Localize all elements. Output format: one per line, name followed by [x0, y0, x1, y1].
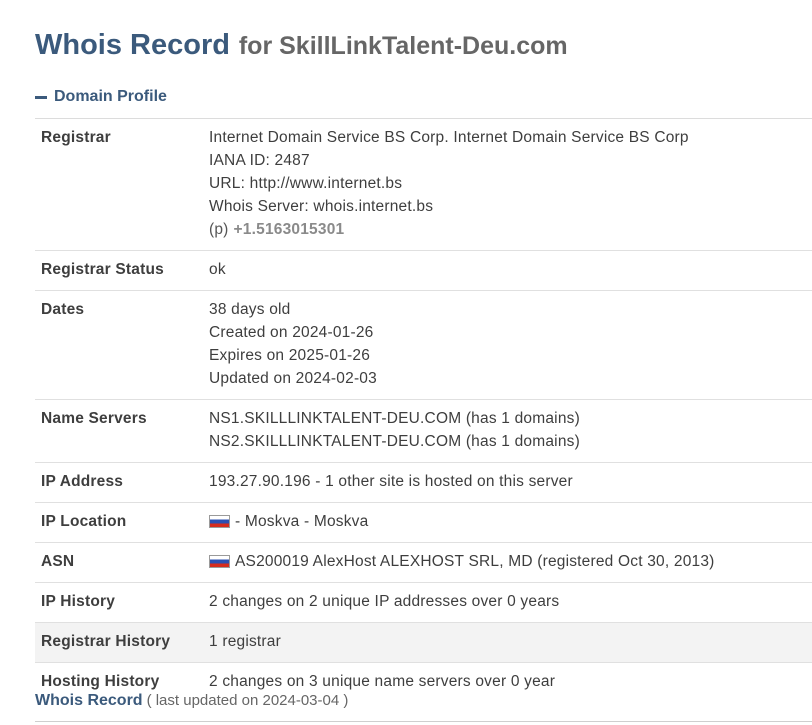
- domain-profile-toggle[interactable]: Domain Profile: [35, 88, 167, 106]
- registrar-phone: +1.5163015301: [233, 221, 345, 238]
- name-server-1: NS1.SKILLLINKTALENT-DEU.COM (has 1 domai…: [209, 410, 580, 427]
- row-label: Registrar History: [35, 622, 209, 663]
- table-row-name-servers: Name Servers NS1.SKILLLINKTALENT-DEU.COM…: [35, 399, 812, 463]
- ip-location-value: - Moskva - Moskva: [235, 513, 369, 530]
- row-label: ASN: [35, 542, 209, 583]
- ip-location-cell: - Moskva - Moskva: [209, 502, 812, 543]
- asn-cell: AS200019 AlexHost ALEXHOST SRL, MD (regi…: [209, 542, 812, 583]
- table-row-dates: Dates 38 days old Created on 2024-01-26 …: [35, 290, 812, 400]
- registrar-status-value: ok: [209, 250, 812, 291]
- last-updated-text: ( last updated on 2024-03-04 ): [146, 692, 349, 709]
- row-label: Name Servers: [35, 399, 209, 463]
- table-row-asn: ASN AS200019 AlexHost ALEXHOST SRL, MD (…: [35, 542, 812, 583]
- domain-profile-table: Registrar Internet Domain Service BS Cor…: [35, 118, 812, 702]
- collapse-minus-icon: [35, 95, 47, 99]
- table-row-registrar-status: Registrar Status ok: [35, 250, 812, 291]
- row-label: Registrar Status: [35, 250, 209, 291]
- table-row-registrar-history[interactable]: Registrar History 1 registrar: [35, 622, 812, 663]
- name-servers-value: NS1.SKILLLINKTALENT-DEU.COM (has 1 domai…: [209, 399, 812, 463]
- whois-record-section-header: Whois Record( last updated on 2024-03-04…: [35, 692, 348, 710]
- expires-date: Expires on 2025-01-26: [209, 347, 371, 364]
- domain-profile-label: Domain Profile: [54, 88, 167, 105]
- registrar-url: URL: http://www.internet.bs: [209, 175, 403, 192]
- ip-history-value: 2 changes on 2 unique IP addresses over …: [209, 582, 812, 623]
- phone-label: (p): [209, 221, 229, 238]
- registrar-whois-server: Whois Server: whois.internet.bs: [209, 198, 434, 215]
- asn-value: AS200019 AlexHost ALEXHOST SRL, MD (regi…: [235, 553, 715, 570]
- table-row-ip-history: IP History 2 changes on 2 unique IP addr…: [35, 582, 812, 623]
- row-label: IP Location: [35, 502, 209, 543]
- whois-page: Whois Record for SkillLinkTalent-Deu.com…: [0, 0, 812, 725]
- registrar-history-value: 1 registrar: [209, 622, 812, 663]
- russia-flag-icon: [209, 555, 230, 568]
- row-label: Registrar: [35, 118, 209, 251]
- ip-address-value: 193.27.90.196 - 1 other site is hosted o…: [209, 462, 812, 503]
- divider: [35, 721, 812, 722]
- page-title: Whois Record for SkillLinkTalent-Deu.com: [35, 25, 568, 62]
- created-date: Created on 2024-01-26: [209, 324, 374, 341]
- table-row-ip-location: IP Location - Moskva - Moskva: [35, 502, 812, 543]
- updated-date: Updated on 2024-02-03: [209, 370, 377, 387]
- row-label: IP Address: [35, 462, 209, 503]
- registrar-name: Internet Domain Service BS Corp. Interne…: [209, 129, 689, 146]
- dates-value: 38 days old Created on 2024-01-26 Expire…: [209, 290, 812, 400]
- russia-flag-icon: [209, 515, 230, 528]
- domain-age: 38 days old: [209, 301, 291, 318]
- table-row-registrar: Registrar Internet Domain Service BS Cor…: [35, 118, 812, 251]
- whois-record-title: Whois Record: [35, 692, 143, 709]
- registrar-iana: IANA ID: 2487: [209, 152, 310, 169]
- page-title-domain: for SkillLinkTalent-Deu.com: [238, 32, 568, 60]
- page-title-main: Whois Record: [35, 29, 230, 61]
- name-server-2: NS2.SKILLLINKTALENT-DEU.COM (has 1 domai…: [209, 433, 580, 450]
- table-row-ip-address: IP Address 193.27.90.196 - 1 other site …: [35, 462, 812, 503]
- row-label: Dates: [35, 290, 209, 400]
- registrar-phone-line: (p) +1.5163015301: [209, 218, 812, 241]
- row-label: IP History: [35, 582, 209, 623]
- registrar-value: Internet Domain Service BS Corp. Interne…: [209, 118, 812, 251]
